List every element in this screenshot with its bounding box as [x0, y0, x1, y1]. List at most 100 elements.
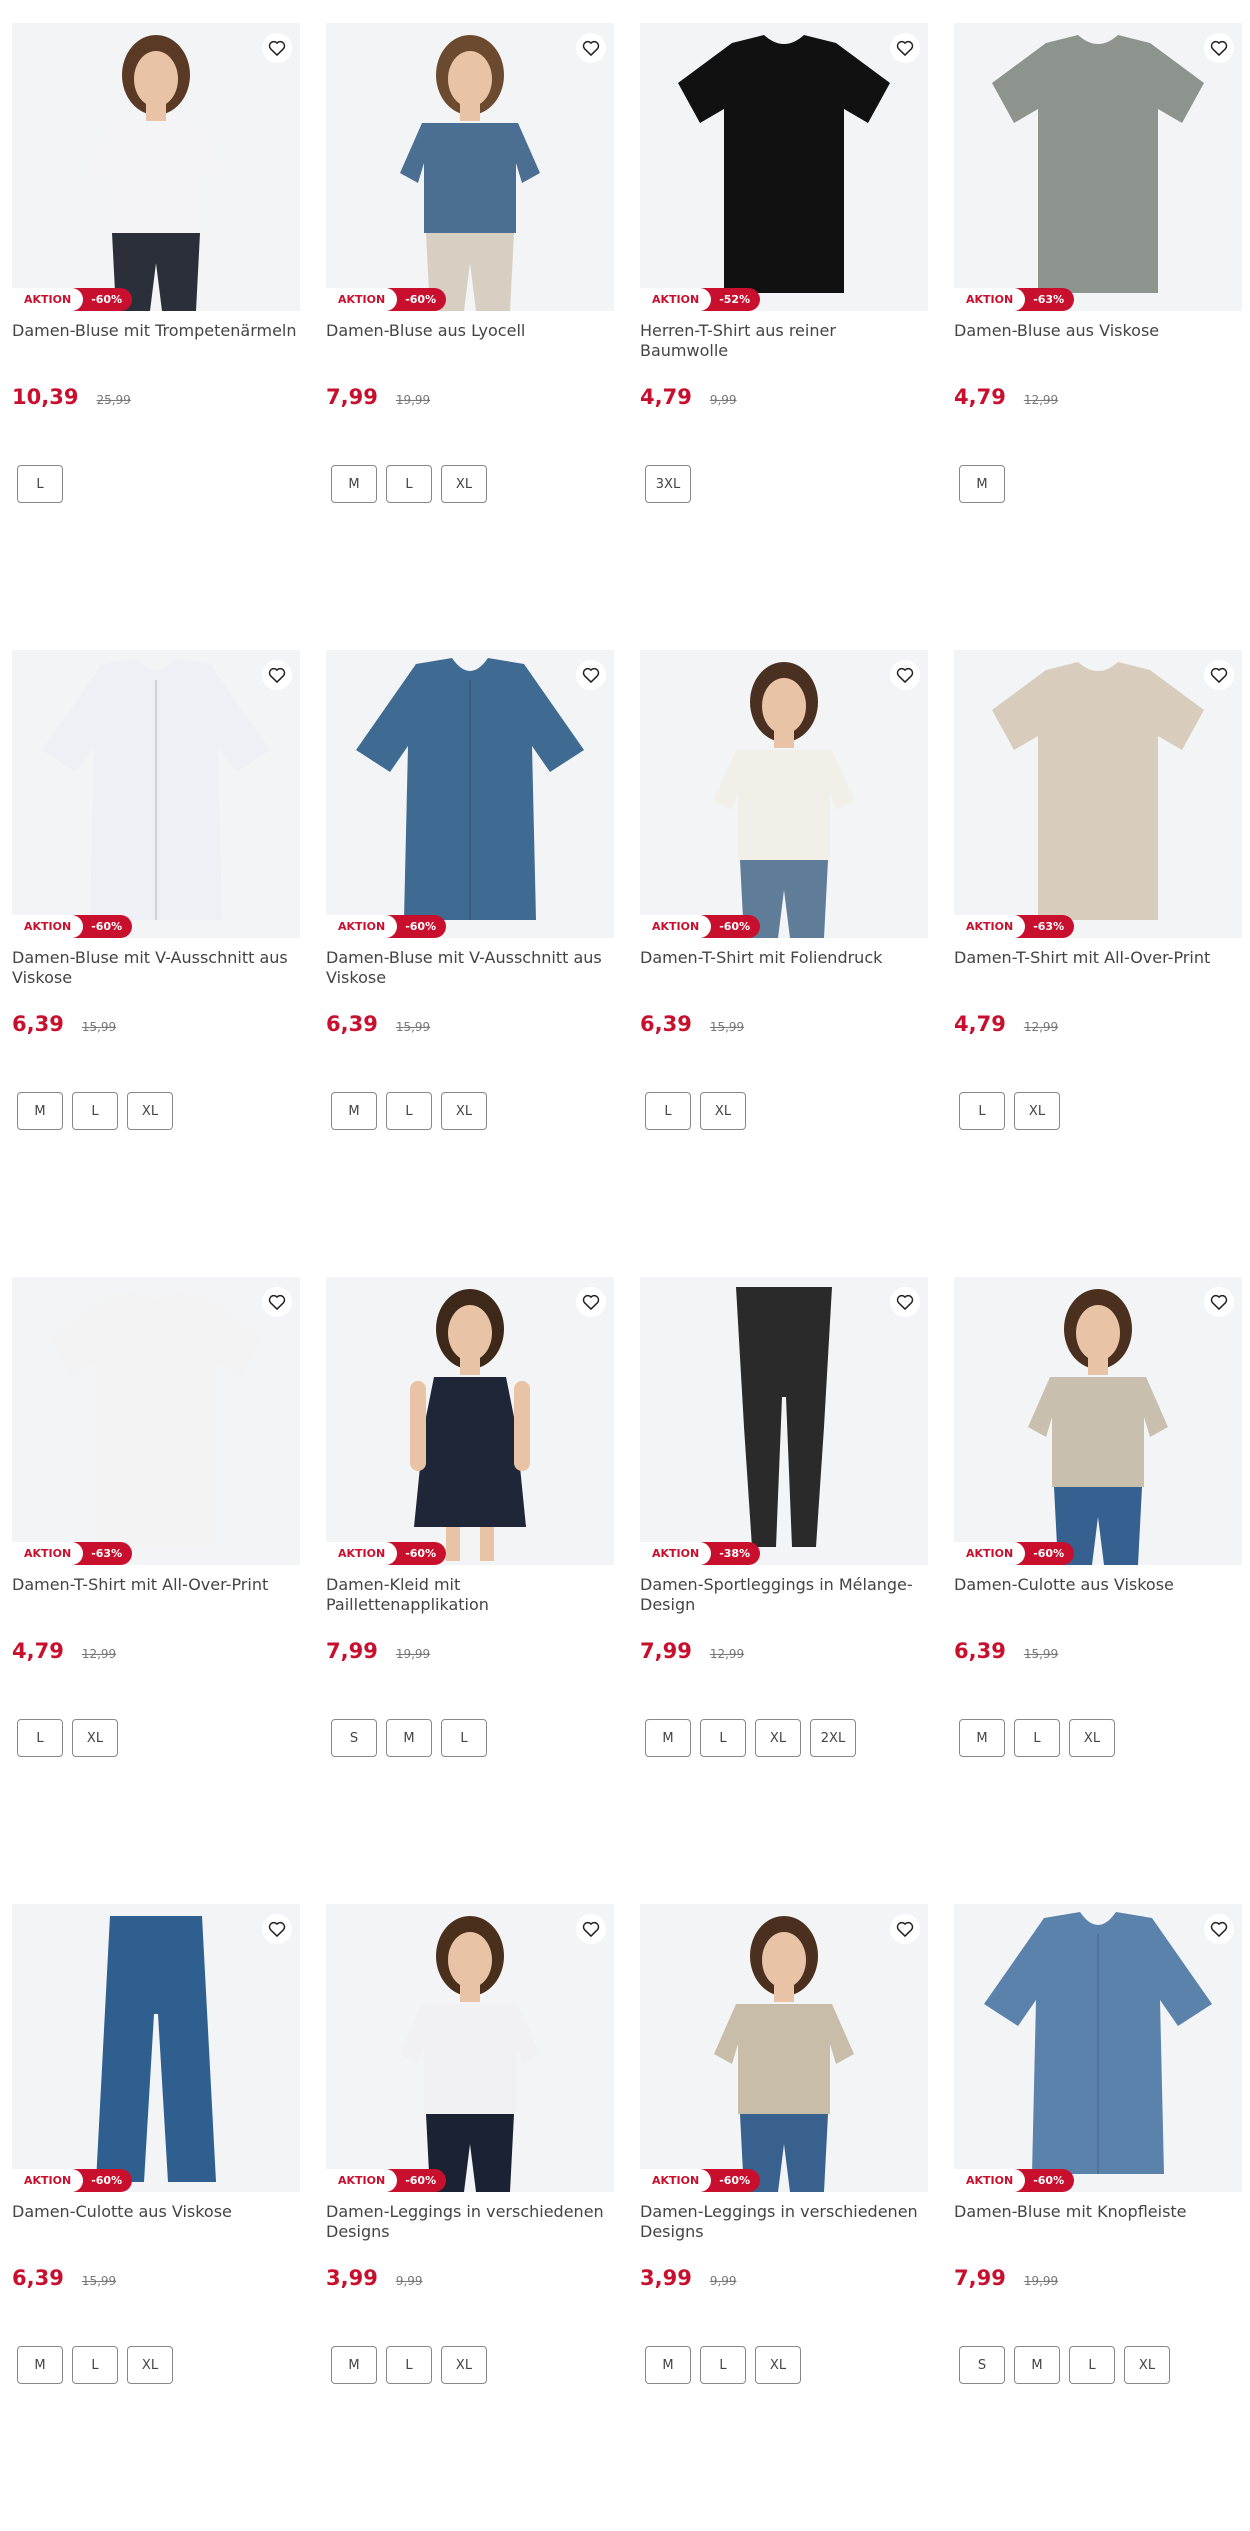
size-button[interactable]: L — [1014, 1719, 1060, 1757]
product-image[interactable]: AKTION -38% — [640, 1277, 928, 1565]
product-image[interactable]: AKTION -60% — [12, 650, 300, 938]
product-title[interactable]: Damen-Bluse aus Viskose — [954, 321, 1242, 361]
product-card[interactable]: AKTION -60% Damen-Bluse mit V-Ausschnitt a… — [12, 650, 300, 1277]
product-title[interactable]: Damen-Sportleggings in Mélange-Design — [640, 1575, 928, 1615]
product-card[interactable]: AKTION -60% Damen-Leggings in verschiedene… — [326, 1904, 614, 2531]
size-button[interactable]: L — [17, 465, 63, 503]
product-title[interactable]: Damen-Leggings in verschiedenen Designs — [326, 2202, 614, 2242]
product-card[interactable]: AKTION -60% Damen-Bluse mit V-Ausschnitt a… — [326, 650, 614, 1277]
size-button[interactable]: XL — [441, 1092, 487, 1130]
product-card[interactable]: AKTION -63% Damen-T-Shirt mit All-Over-Pri… — [954, 650, 1242, 1277]
product-title[interactable]: Damen-T-Shirt mit All-Over-Print — [954, 948, 1242, 988]
favorite-button[interactable] — [1204, 660, 1234, 690]
size-button[interactable]: 2XL — [810, 1719, 856, 1757]
size-button[interactable]: L — [17, 1719, 63, 1757]
product-image[interactable]: AKTION -60% — [12, 23, 300, 311]
product-card[interactable]: AKTION -60% Damen-T-Shirt mit Foliendruck 6… — [640, 650, 928, 1277]
favorite-button[interactable] — [262, 660, 292, 690]
product-title[interactable]: Damen-Bluse mit Trompetenärmeln — [12, 321, 300, 361]
product-image[interactable]: AKTION -60% — [326, 23, 614, 311]
size-button[interactable]: M — [645, 1719, 691, 1757]
favorite-button[interactable] — [890, 1287, 920, 1317]
product-image[interactable]: AKTION -63% — [954, 23, 1242, 311]
favorite-button[interactable] — [890, 33, 920, 63]
favorite-button[interactable] — [576, 660, 606, 690]
size-button[interactable]: L — [386, 465, 432, 503]
size-button[interactable]: M — [17, 2346, 63, 2384]
favorite-button[interactable] — [262, 33, 292, 63]
size-button[interactable]: M — [645, 2346, 691, 2384]
favorite-button[interactable] — [262, 1914, 292, 1944]
product-card[interactable]: AKTION -38% Damen-Sportleggings in Mélange… — [640, 1277, 928, 1904]
product-title[interactable]: Damen-Culotte aus Viskose — [12, 2202, 300, 2242]
size-button[interactable]: XL — [755, 1719, 801, 1757]
size-button[interactable]: XL — [72, 1719, 118, 1757]
size-button[interactable]: L — [386, 1092, 432, 1130]
product-card[interactable]: AKTION -63% Damen-Bluse aus Viskose 4,79 12,… — [954, 23, 1242, 650]
product-image[interactable]: AKTION -60% — [954, 1904, 1242, 2192]
favorite-button[interactable] — [1204, 1914, 1234, 1944]
product-title[interactable]: Damen-Bluse aus Lyocell — [326, 321, 614, 361]
favorite-button[interactable] — [890, 1914, 920, 1944]
size-button[interactable]: L — [959, 1092, 1005, 1130]
size-button[interactable]: M — [331, 2346, 377, 2384]
size-button[interactable]: L — [386, 2346, 432, 2384]
size-button[interactable]: L — [1069, 2346, 1115, 2384]
favorite-button[interactable] — [576, 33, 606, 63]
size-button[interactable]: XL — [700, 1092, 746, 1130]
size-button[interactable]: M — [959, 465, 1005, 503]
product-image[interactable]: AKTION -60% — [640, 1904, 928, 2192]
product-title[interactable]: Damen-Bluse mit Knopfleiste — [954, 2202, 1242, 2242]
product-card[interactable]: AKTION -60% Damen-Bluse aus Lyocell 7,99 19,… — [326, 23, 614, 650]
size-button[interactable]: M — [959, 1719, 1005, 1757]
product-title[interactable]: Damen-Bluse mit V-Ausschnitt aus Viskose — [12, 948, 300, 988]
product-image[interactable]: AKTION -60% — [326, 650, 614, 938]
size-button[interactable]: L — [645, 1092, 691, 1130]
size-button[interactable]: M — [331, 1092, 377, 1130]
product-card[interactable]: AKTION -60% Damen-Culotte aus Viskose 6,39 1… — [12, 1904, 300, 2531]
product-image[interactable]: AKTION -60% — [326, 1904, 614, 2192]
product-title[interactable]: Damen-T-Shirt mit Foliendruck — [640, 948, 928, 988]
product-image[interactable]: AKTION -60% — [954, 1277, 1242, 1565]
size-button[interactable]: XL — [127, 1092, 173, 1130]
size-button[interactable]: S — [959, 2346, 1005, 2384]
product-title[interactable]: Damen-Culotte aus Viskose — [954, 1575, 1242, 1615]
favorite-button[interactable] — [890, 660, 920, 690]
size-button[interactable]: XL — [1014, 1092, 1060, 1130]
product-image[interactable]: AKTION -52% — [640, 23, 928, 311]
size-button[interactable]: XL — [127, 2346, 173, 2384]
size-button[interactable]: XL — [1069, 1719, 1115, 1757]
product-card[interactable]: AKTION -60% Damen-Bluse mit Knopfleiste 7,9… — [954, 1904, 1242, 2531]
product-card[interactable]: AKTION -52% Herren-T-Shirt aus reiner Baum… — [640, 23, 928, 650]
product-title[interactable]: Damen-T-Shirt mit All-Over-Print — [12, 1575, 300, 1615]
size-button[interactable]: XL — [441, 465, 487, 503]
favorite-button[interactable] — [262, 1287, 292, 1317]
size-button[interactable]: L — [441, 1719, 487, 1757]
product-card[interactable]: AKTION -60% Damen-Bluse mit Trompetenärmel… — [12, 23, 300, 650]
product-card[interactable]: AKTION -60% Damen-Leggings in verschiedene… — [640, 1904, 928, 2531]
product-card[interactable]: AKTION -60% Damen-Culotte aus Viskose 6,39 1… — [954, 1277, 1242, 1904]
size-button[interactable]: XL — [755, 2346, 801, 2384]
product-image[interactable]: AKTION -63% — [12, 1277, 300, 1565]
product-image[interactable]: AKTION -60% — [326, 1277, 614, 1565]
product-title[interactable]: Damen-Bluse mit V-Ausschnitt aus Viskose — [326, 948, 614, 988]
favorite-button[interactable] — [576, 1914, 606, 1944]
size-button[interactable]: 3XL — [645, 465, 691, 503]
size-button[interactable]: M — [386, 1719, 432, 1757]
product-image[interactable]: AKTION -60% — [12, 1904, 300, 2192]
size-button[interactable]: L — [700, 2346, 746, 2384]
size-button[interactable]: XL — [441, 2346, 487, 2384]
product-title[interactable]: Damen-Leggings in verschiedenen Designs — [640, 2202, 928, 2242]
product-image[interactable]: AKTION -60% — [640, 650, 928, 938]
product-title[interactable]: Herren-T-Shirt aus reiner Baumwolle — [640, 321, 928, 361]
size-button[interactable]: S — [331, 1719, 377, 1757]
favorite-button[interactable] — [576, 1287, 606, 1317]
favorite-button[interactable] — [1204, 1287, 1234, 1317]
product-card[interactable]: AKTION -63% Damen-T-Shirt mit All-Over-Pri… — [12, 1277, 300, 1904]
product-image[interactable]: AKTION -63% — [954, 650, 1242, 938]
size-button[interactable]: L — [700, 1719, 746, 1757]
size-button[interactable]: M — [1014, 2346, 1060, 2384]
size-button[interactable]: M — [331, 465, 377, 503]
favorite-button[interactable] — [1204, 33, 1234, 63]
product-card[interactable]: AKTION -60% Damen-Kleid mit Paillettenappl… — [326, 1277, 614, 1904]
